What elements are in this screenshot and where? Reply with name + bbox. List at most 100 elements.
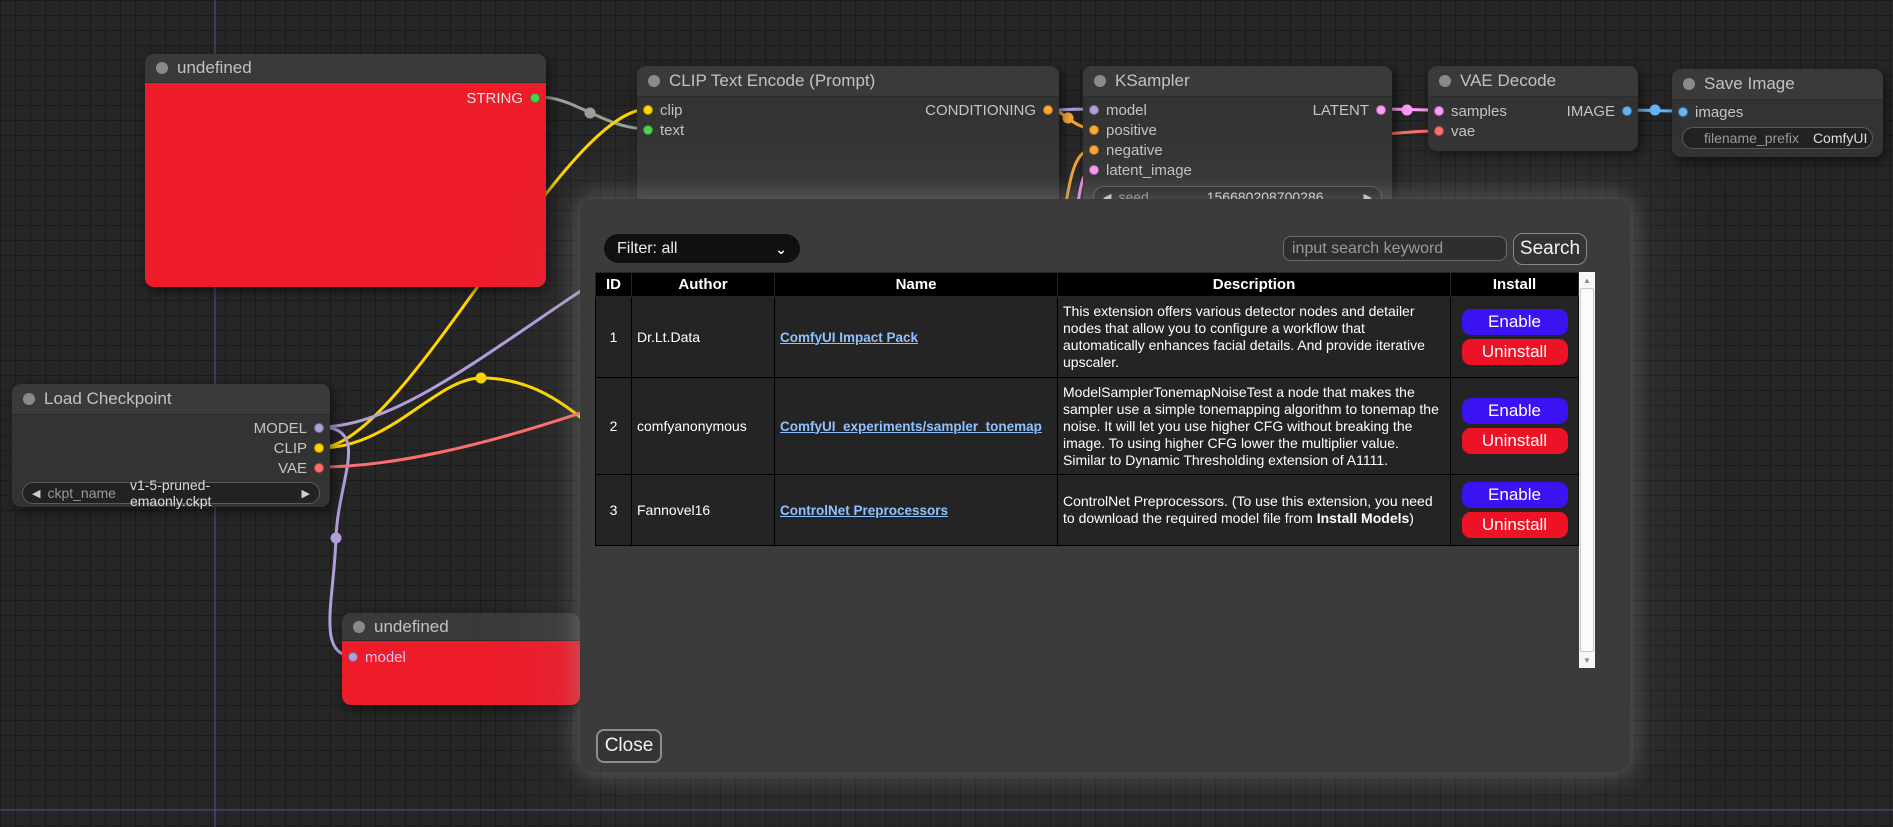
- enable-button[interactable]: Enable: [1462, 482, 1568, 508]
- output-slot-latent[interactable]: [1376, 105, 1386, 115]
- enable-button[interactable]: Enable: [1462, 309, 1568, 335]
- output-label-clip: CLIP: [274, 440, 307, 457]
- node-title-bar[interactable]: CLIP Text Encode (Prompt): [637, 66, 1059, 97]
- link-dot-conditioning[interactable]: [1063, 113, 1074, 124]
- close-button[interactable]: Close: [596, 729, 662, 763]
- link-dot-image[interactable]: [1650, 105, 1661, 116]
- cell-id: 3: [596, 475, 632, 546]
- header-author: Author: [632, 273, 775, 297]
- link-clip-lower[interactable]: [319, 378, 605, 448]
- extension-link[interactable]: ControlNet Preprocessors: [780, 503, 1052, 518]
- input-label-vae: vae: [1451, 123, 1475, 140]
- node-vae-decode[interactable]: VAE Decode IMAGE samples vae: [1428, 66, 1638, 151]
- input-slot-latent-image[interactable]: [1089, 165, 1099, 175]
- node-body: LATENT model positive negative latent_im…: [1083, 97, 1392, 208]
- extension-table: ID Author Name Description Install 1 Dr.…: [595, 272, 1579, 546]
- collapse-dot-icon[interactable]: [156, 62, 168, 74]
- header-install: Install: [1451, 273, 1579, 297]
- node-load-checkpoint[interactable]: Load Checkpoint MODEL CLIP VAE ◀ ckpt_na…: [12, 384, 330, 507]
- ckpt-name-widget[interactable]: ◀ ckpt_name v1-5-pruned-emaonly.ckpt ▶: [22, 482, 320, 504]
- node-body: model: [342, 641, 580, 705]
- scrollbar-thumb[interactable]: [1580, 288, 1594, 652]
- input-label-positive: positive: [1106, 122, 1157, 139]
- table-scrollbar[interactable]: ▲ ▼: [1579, 272, 1595, 668]
- output-label-image: IMAGE: [1567, 103, 1615, 120]
- node-body: IMAGE samples vae: [1428, 97, 1638, 141]
- output-slot-model[interactable]: [314, 423, 324, 433]
- right-arrow-icon[interactable]: ▶: [302, 487, 310, 500]
- filename-prefix-widget[interactable]: filename_prefix ComfyUI: [1682, 127, 1873, 149]
- input-slot-text[interactable]: [643, 125, 653, 135]
- ckpt-widget-label: ckpt_name: [47, 485, 115, 501]
- scroll-up-icon[interactable]: ▲: [1579, 272, 1595, 288]
- enable-button[interactable]: Enable: [1462, 398, 1568, 424]
- node-save-image[interactable]: Save Image images filename_prefix ComfyU…: [1672, 69, 1883, 157]
- collapse-dot-icon[interactable]: [648, 75, 660, 87]
- collapse-dot-icon[interactable]: [1683, 78, 1695, 90]
- uninstall-button[interactable]: Uninstall: [1462, 512, 1568, 538]
- input-label-text: text: [660, 122, 684, 139]
- search-button[interactable]: Search: [1513, 233, 1587, 265]
- output-slot-clip[interactable]: [314, 443, 324, 453]
- filter-dropdown[interactable]: Filter: all ⌄: [604, 234, 800, 263]
- extension-table-container: ID Author Name Description Install 1 Dr.…: [595, 272, 1594, 668]
- extension-manager-dialog: Filter: all ⌄ Search ID Author Name Desc…: [580, 199, 1630, 772]
- input-label-latent-image: latent_image: [1106, 162, 1192, 179]
- table-header-row: ID Author Name Description Install: [596, 273, 1579, 297]
- node-title: undefined: [374, 617, 449, 637]
- extension-link[interactable]: ComfyUI_experiments/sampler_tonemap: [780, 419, 1052, 434]
- uninstall-button[interactable]: Uninstall: [1462, 428, 1568, 454]
- output-slot-image[interactable]: [1622, 106, 1632, 116]
- link-dot-latent[interactable]: [1402, 105, 1413, 116]
- cell-author: Fannovel16: [632, 475, 775, 546]
- link-dot-model[interactable]: [331, 533, 342, 544]
- input-label-model: model: [365, 649, 406, 666]
- input-slot-positive[interactable]: [1089, 125, 1099, 135]
- node-body: images filename_prefix ComfyUI: [1672, 100, 1883, 149]
- node-title-bar[interactable]: Save Image: [1672, 69, 1883, 100]
- collapse-dot-icon[interactable]: [1094, 75, 1106, 87]
- cell-author: Dr.Lt.Data: [632, 297, 775, 378]
- node-undefined-bottom[interactable]: undefined model: [342, 613, 580, 705]
- link-dot-string[interactable]: [585, 108, 596, 119]
- node-title-bar[interactable]: Load Checkpoint: [12, 384, 330, 415]
- uninstall-button[interactable]: Uninstall: [1462, 339, 1568, 365]
- scroll-down-icon[interactable]: ▼: [1579, 652, 1595, 668]
- input-slot-model[interactable]: [348, 652, 358, 662]
- node-undefined-top[interactable]: undefined STRING: [145, 54, 546, 287]
- output-slot-string[interactable]: [530, 93, 540, 103]
- node-body: STRING: [145, 83, 546, 287]
- cell-description: ControlNet Preprocessors. (To use this e…: [1058, 475, 1451, 546]
- cell-description: ModelSamplerTonemapNoiseTest a node that…: [1058, 378, 1451, 475]
- input-slot-negative[interactable]: [1089, 145, 1099, 155]
- search-input[interactable]: [1283, 236, 1507, 261]
- cell-author: comfyanonymous: [632, 378, 775, 475]
- left-arrow-icon[interactable]: ◀: [32, 487, 40, 500]
- node-title: CLIP Text Encode (Prompt): [669, 71, 875, 91]
- output-label-latent: LATENT: [1313, 102, 1369, 119]
- output-label-vae: VAE: [278, 460, 307, 477]
- filename-widget-value: ComfyUI: [1813, 130, 1867, 146]
- node-title: KSampler: [1115, 71, 1190, 91]
- output-slot-vae[interactable]: [314, 463, 324, 473]
- node-title-bar[interactable]: KSampler: [1083, 66, 1392, 97]
- output-label-conditioning: CONDITIONING: [925, 102, 1036, 119]
- output-slot-conditioning[interactable]: [1043, 105, 1053, 115]
- input-slot-vae[interactable]: [1434, 126, 1444, 136]
- filter-dropdown-value: Filter: all: [617, 240, 677, 258]
- link-dot-clip[interactable]: [476, 373, 487, 384]
- collapse-dot-icon[interactable]: [353, 621, 365, 633]
- output-label-string: STRING: [466, 90, 523, 107]
- node-title-bar[interactable]: undefined: [145, 54, 546, 83]
- collapse-dot-icon[interactable]: [1439, 75, 1451, 87]
- node-body: MODEL CLIP VAE ◀ ckpt_name v1-5-pruned-e…: [12, 415, 330, 504]
- input-slot-images[interactable]: [1678, 107, 1688, 117]
- table-row: 1 Dr.Lt.Data ComfyUI Impact Pack This ex…: [596, 297, 1579, 378]
- header-name: Name: [775, 273, 1058, 297]
- output-label-model: MODEL: [254, 420, 307, 437]
- table-row: 3 Fannovel16 ControlNet Preprocessors Co…: [596, 475, 1579, 546]
- extension-link[interactable]: ComfyUI Impact Pack: [780, 330, 1052, 345]
- node-title-bar[interactable]: undefined: [342, 613, 580, 641]
- collapse-dot-icon[interactable]: [23, 393, 35, 405]
- node-title-bar[interactable]: VAE Decode: [1428, 66, 1638, 97]
